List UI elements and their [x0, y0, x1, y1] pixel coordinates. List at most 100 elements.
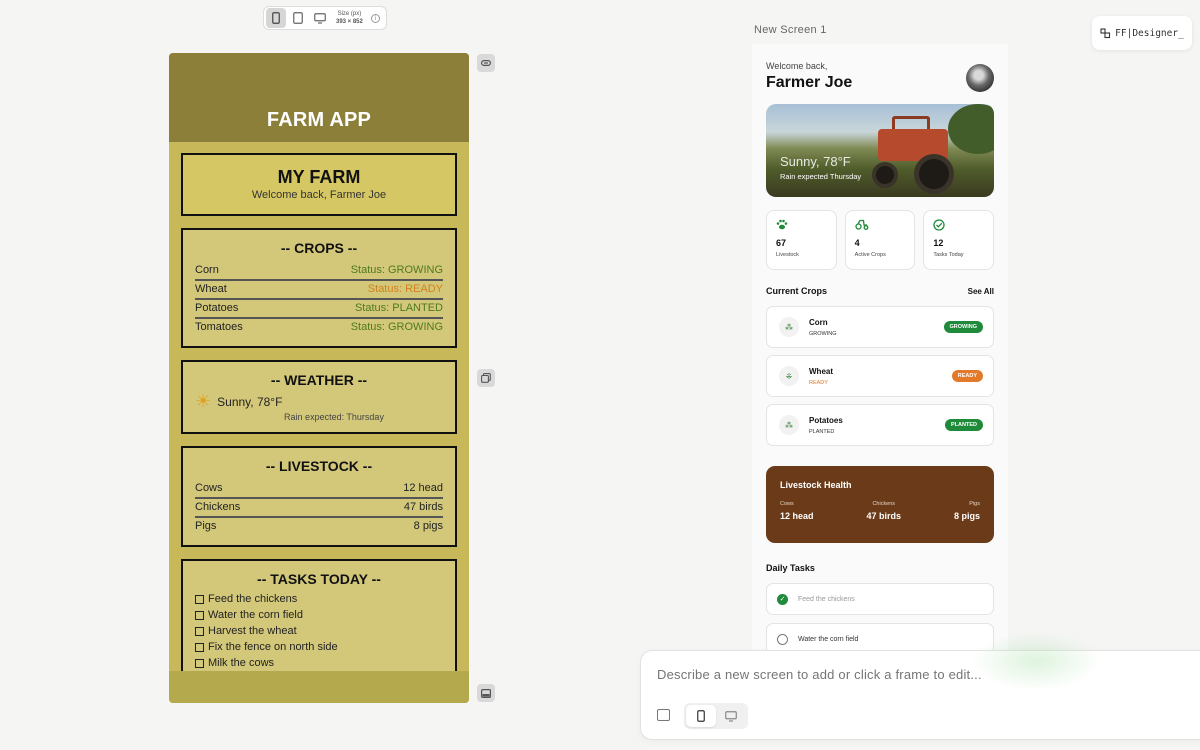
desktop-icon [314, 12, 326, 24]
prompt-input[interactable] [657, 667, 1177, 682]
task-item[interactable]: Water the corn field [195, 609, 443, 621]
new-screen-frame[interactable]: Welcome back, Farmer Joe Sunny, 78°F Rai… [752, 44, 1008, 654]
stat-card-tasks-today[interactable]: 12 Tasks Today [923, 210, 995, 270]
checkbox[interactable] [195, 642, 204, 652]
link-button[interactable] [477, 54, 495, 72]
info-icon[interactable]: i [370, 13, 380, 23]
copy-icon [481, 373, 491, 383]
desktop-toggle-button[interactable] [716, 705, 746, 727]
task-item[interactable]: Fix the fence on north side [195, 641, 443, 653]
crop-list: ⁂ Corn GROWING GROWING ⁜ Wheat READY REA… [766, 306, 994, 446]
designer-icon [1100, 27, 1111, 38]
weather-current: ☀ Sunny, 78°F [195, 391, 443, 412]
stats-row: 67 Livestock 4 Active Crops 12 Tasks Tod… [766, 210, 995, 270]
avatar[interactable] [966, 64, 994, 92]
my-farm-subtitle: Welcome back, Farmer Joe [251, 189, 387, 201]
crop-card-wheat[interactable]: ⁜ Wheat READY READY [766, 355, 994, 397]
task-text: Harvest the wheat [208, 625, 297, 637]
status-badge: READY [951, 370, 983, 382]
designer-badge[interactable]: FF|Designer_ [1092, 16, 1192, 50]
app-header: FARM APP [169, 53, 469, 142]
livestock-label: Pigs [969, 501, 980, 507]
stat-value: 4 [854, 238, 860, 248]
app-body: MY FARM Welcome back, Farmer Joe -- CROP… [169, 142, 469, 671]
checkbox[interactable] [195, 626, 204, 636]
crop-name: Wheat [195, 283, 227, 295]
current-crops-title: Current Crops [766, 286, 828, 296]
see-all-link[interactable]: See All [968, 287, 994, 296]
task-item[interactable]: Feed the chickens [195, 593, 443, 605]
size-label: Size (px) [337, 11, 362, 17]
task-text: Milk the cows [208, 657, 275, 669]
livestock-value: 47 birds [403, 501, 443, 513]
screen-label[interactable]: New Screen 1 [754, 24, 827, 36]
task-card[interactable]: ✓ Feed the chickens [766, 583, 994, 615]
prompt-glow [971, 631, 1101, 691]
tractor-wheel-shape [914, 154, 954, 194]
wheat-icon: ⁜ [779, 366, 799, 386]
desktop-icon [725, 710, 737, 722]
weather-card: -- WEATHER -- ☀ Sunny, 78°F Rain expecte… [181, 360, 457, 434]
image-upload-icon[interactable] [657, 709, 670, 721]
livestock-health-row: Cows 12 head Chickens 47 birds Pigs 8 pi… [780, 501, 980, 521]
stat-value: 67 [776, 238, 787, 248]
desktop-view-button[interactable] [310, 8, 330, 28]
device-toggle [684, 703, 748, 729]
livestock-health-title: Livestock Health [780, 480, 852, 490]
circle-icon[interactable] [777, 633, 788, 645]
phone-icon [697, 710, 705, 722]
tablet-icon [293, 12, 303, 24]
checkbox[interactable] [195, 594, 204, 604]
tasks-card: -- TASKS TODAY -- Feed the chickens Wate… [181, 559, 457, 671]
crop-status: Status: GROWING [350, 321, 443, 333]
stat-card-active-crops[interactable]: 4 Active Crops [844, 210, 916, 270]
status-badge: PLANTED [945, 419, 983, 431]
crops-title: -- CROPS -- [280, 240, 358, 256]
hero-rain: Rain expected Thursday [780, 172, 862, 181]
task-text: Feed the chickens [798, 595, 855, 603]
crop-name: Tomatoes [195, 321, 243, 333]
tablet-view-button[interactable] [288, 8, 308, 28]
crop-name: Potatoes [195, 302, 239, 314]
paw-icon [776, 219, 827, 233]
crop-status: PLANTED [809, 428, 835, 435]
crop-card-potatoes[interactable]: ⁂ Potatoes PLANTED PLANTED [766, 404, 994, 446]
livestock-label: Chickens [872, 501, 896, 507]
task-item[interactable]: Milk the cows [195, 657, 443, 669]
crop-text: Corn GROWING [809, 318, 944, 337]
weather-text: Sunny, 78°F [217, 395, 283, 409]
task-text: Feed the chickens [208, 593, 298, 605]
livestock-value: 12 head [780, 511, 814, 521]
copy-button[interactable] [477, 369, 495, 387]
checkbox[interactable] [195, 658, 204, 668]
weather-title: -- WEATHER -- [270, 372, 368, 388]
current-crops-header: Current Crops See All [766, 286, 994, 296]
crop-name: Corn [809, 317, 828, 327]
stat-card-livestock[interactable]: 67 Livestock [766, 210, 837, 270]
crop-status: GROWING [809, 330, 837, 337]
task-item[interactable]: Harvest the wheat [195, 625, 443, 637]
mobile-toggle-button[interactable] [686, 705, 716, 727]
livestock-card: -- LIVESTOCK -- Cows 12 head Chickens 47… [181, 446, 457, 547]
my-farm-card: MY FARM Welcome back, Farmer Joe [181, 153, 457, 216]
hero-temperature: Sunny, 78°F [780, 154, 851, 169]
sun-icon: ☀ [195, 391, 212, 412]
crop-name: Corn [195, 264, 219, 276]
livestock-value: 8 pigs [953, 511, 980, 521]
mobile-view-button[interactable] [266, 8, 286, 28]
tasks-title: -- TASKS TODAY -- [257, 571, 381, 587]
crop-status: Status: READY [367, 283, 443, 295]
my-farm-title: MY FARM [277, 167, 361, 187]
check-icon[interactable]: ✓ [777, 593, 788, 605]
crop-row: Tomatoes Status: GROWING [195, 319, 443, 336]
livestock-stat: Chickens 47 birds [867, 501, 902, 521]
status-badge: GROWING [943, 321, 983, 333]
preview-button[interactable] [477, 684, 495, 702]
daily-tasks-title: Daily Tasks [766, 563, 815, 573]
checkbox[interactable] [195, 610, 204, 620]
crop-status: READY [809, 379, 828, 386]
livestock-health-card[interactable]: Livestock Health Cows 12 head Chickens 4… [766, 466, 994, 543]
farm-app-frame[interactable]: FARM APP MY FARM Welcome back, Farmer Jo… [169, 53, 469, 703]
livestock-name: Pigs [195, 520, 217, 532]
crop-card-corn[interactable]: ⁂ Corn GROWING GROWING [766, 306, 994, 348]
